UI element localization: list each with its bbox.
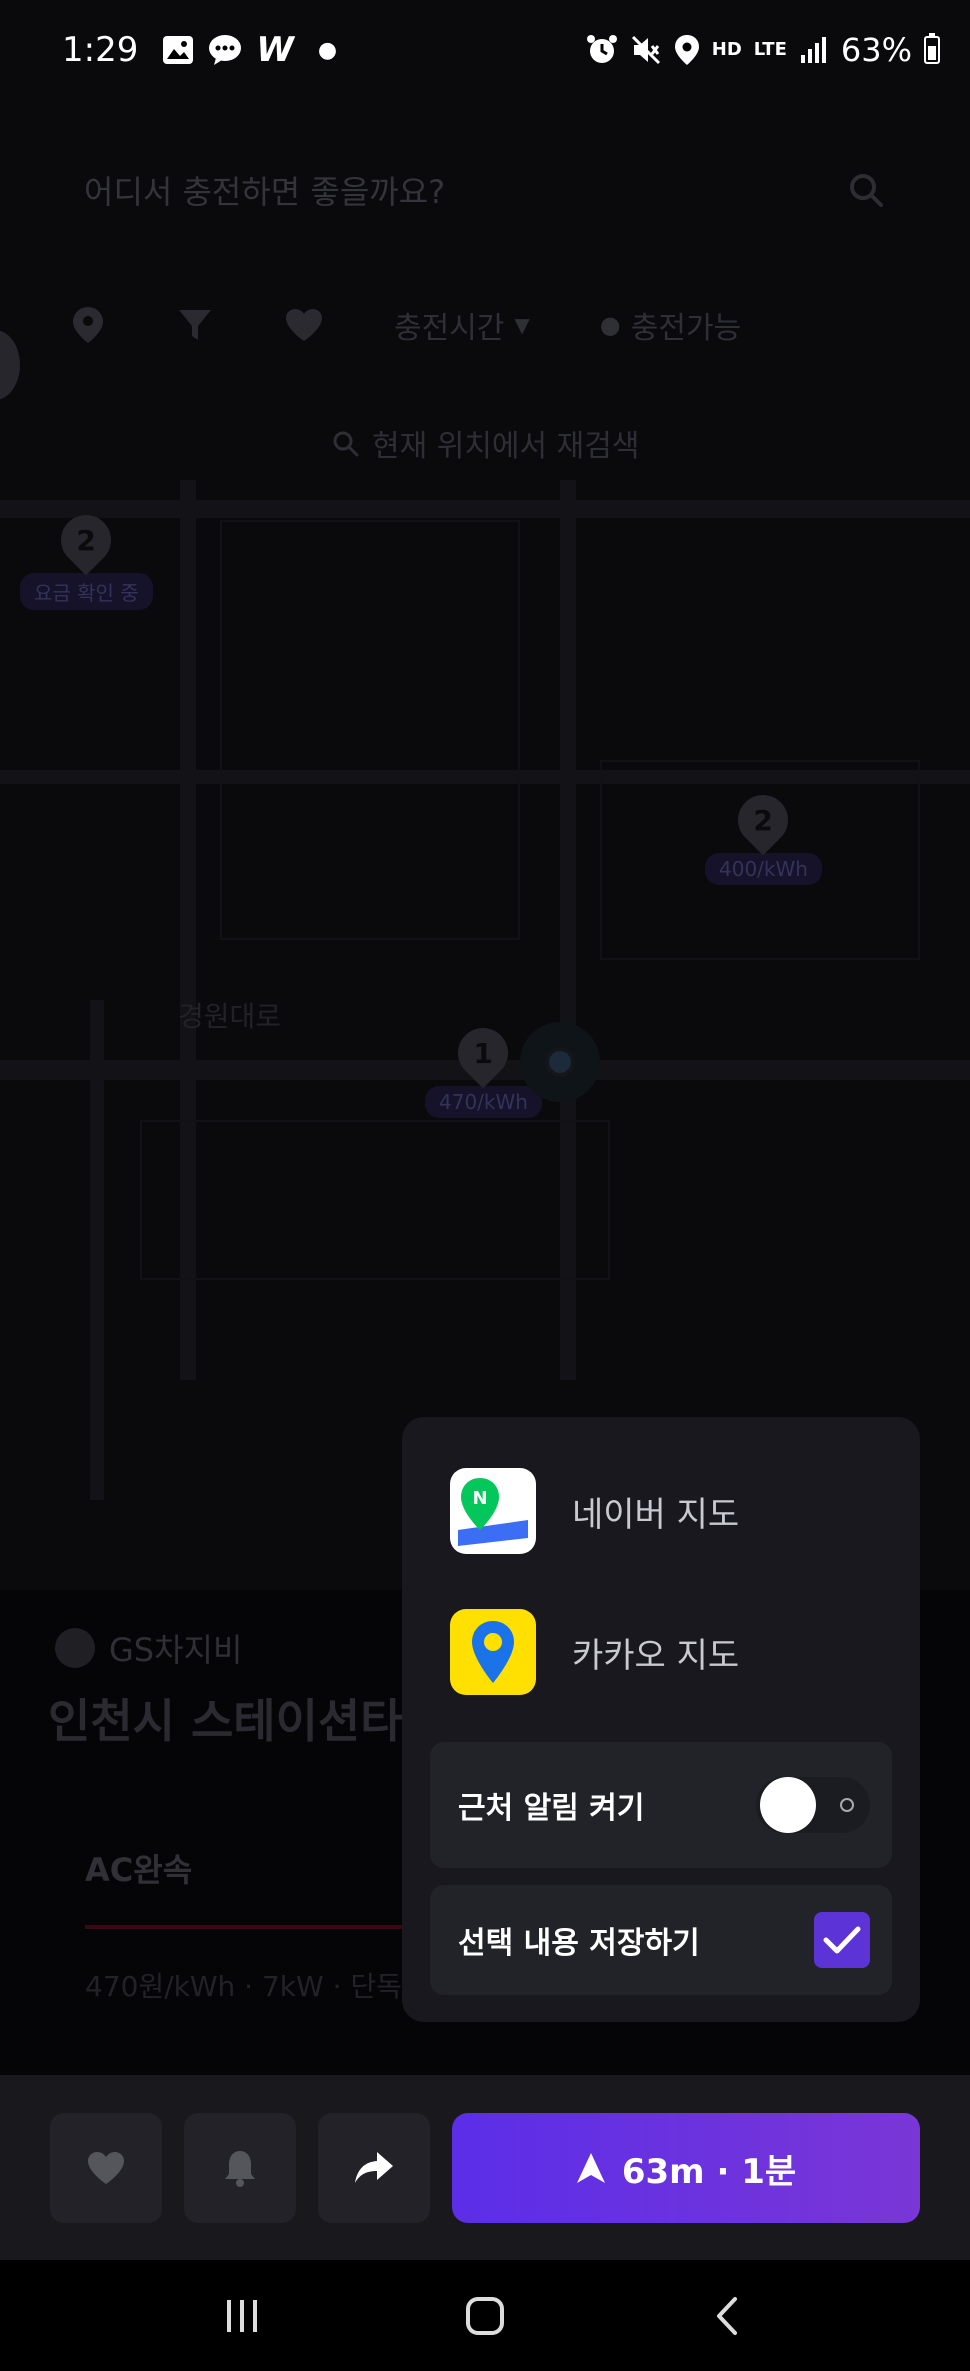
checkmark-icon [823,1926,861,1954]
pin-marker-icon: 2 [728,784,799,856]
my-location-dot [545,1047,575,1077]
toggle-off-icon [840,1798,854,1812]
save-selection-label: 선택 내용 저장하기 [458,1926,700,1961]
navigation-arrow-icon [576,2153,605,2183]
charger-type-tab[interactable]: AC완속 [85,1845,192,1891]
search-icon[interactable] [846,170,886,210]
save-selection-row[interactable]: 선택 내용 저장하기 [430,1885,892,1995]
navigation-eta-label: 63m · 1분 [621,2151,797,2192]
filter-funnel-icon[interactable] [176,306,214,344]
gallery-icon [163,36,194,64]
map-building [220,520,520,940]
station-brand-label: GS차지비 [109,1631,243,1669]
status-bar: 1:29 W ● HD LTE 63% [0,0,970,100]
search-bar[interactable]: 어디서 충전하면 좋을까요? [60,150,910,230]
pin-count: 1 [473,1036,494,1070]
favorite-button[interactable] [50,2113,162,2223]
map-pin[interactable]: 2 요금 확인 중 [20,504,153,610]
nearby-alert-toggle[interactable] [756,1777,870,1833]
map-pin[interactable]: 2 400/kWh [705,784,822,885]
naver-map-label: 네이버 지도 [572,1494,740,1535]
pin-price-label: 400/kWh [705,853,822,885]
search-icon [333,431,359,457]
pin-marker-icon: 2 [51,504,122,576]
lte-icon: LTE [753,39,787,60]
w-app-icon: W [256,30,294,70]
naver-map-icon: N [450,1468,536,1554]
location-filter-icon[interactable] [70,305,106,345]
station-info: 470원/kWh · 7kW · 단독 [85,1970,402,2003]
hd-voice-icon: HD [711,39,742,60]
back-icon[interactable] [708,2296,748,2336]
charge-time-filter[interactable]: 충전시간 ▼ [394,303,530,347]
battery-percent: 63% [840,31,912,69]
pin-count: 2 [753,803,774,837]
search-placeholder[interactable]: 어디서 충전하면 좋을까요? [84,167,445,213]
home-icon[interactable] [465,2296,505,2336]
map-building [140,1120,610,1280]
battery-icon [924,33,940,64]
toggle-knob [760,1777,816,1833]
favorite-filter-icon[interactable] [284,307,324,343]
navigation-app-popup: N 네이버 지도 카카오 지도 근처 알림 켜기 선택 내용 저장하기 [402,1417,920,2022]
map-pin-partial[interactable] [0,330,20,400]
bottom-action-bar: 63m · 1분 [0,2075,970,2260]
nearby-alert-label: 근처 알림 켜기 [458,1791,645,1826]
map-place-label: 경원대로 [178,1000,282,1033]
my-location-marker [520,1022,600,1102]
pin-price-label: 470/kWh [425,1086,542,1118]
naver-map-option[interactable]: N 네이버 지도 [450,1466,880,1556]
heart-icon [88,2152,124,2184]
chevron-down-icon: ▼ [514,313,530,337]
chat-icon [209,35,242,65]
notification-button[interactable] [184,2113,296,2223]
brand-logo-icon [55,1628,95,1668]
signal-icon [800,37,826,63]
station-name: 인천시 스테이션타 [48,1694,403,1748]
nearby-alert-row[interactable]: 근처 알림 켜기 [430,1742,892,1868]
kakao-map-icon [450,1609,536,1695]
pin-count: 2 [76,523,97,557]
bell-icon [225,2151,255,2187]
share-arrow-icon [355,2152,393,2183]
more-dot-icon: ● [317,37,338,63]
research-here-button[interactable]: 현재 위치에서 재검색 [330,418,639,468]
station-brand: GS차지비 [55,1625,242,1671]
alarm-icon [586,35,617,63]
svg-text:N: N [472,1488,487,1509]
mute-icon [631,35,660,65]
start-navigation-button[interactable]: 63m · 1분 [452,2113,920,2223]
location-icon [674,35,699,65]
status-right: HD LTE 63% [586,31,940,69]
status-left: 1:29 W ● [62,30,337,70]
pin-price-label: 요금 확인 중 [20,573,153,610]
filter-row: 충전시간 ▼ ● 충전가능 [70,295,930,355]
map-road [90,1000,104,1500]
system-navigation-bar [0,2260,970,2371]
charge-available-filter[interactable]: ● 충전가능 [600,303,741,347]
status-time: 1:29 [62,30,139,70]
charge-available-label: 충전가능 [630,311,742,346]
share-button[interactable] [318,2113,430,2223]
save-selection-checkbox[interactable] [814,1912,870,1968]
kakao-map-label: 카카오 지도 [572,1635,740,1676]
kakao-map-option[interactable]: 카카오 지도 [450,1607,880,1697]
plug-icon: ● [599,311,621,339]
charge-time-label: 충전시간 [394,311,505,346]
recent-apps-icon[interactable] [222,2296,262,2336]
pin-marker-icon: 1 [448,1017,519,1089]
research-label: 현재 위치에서 재검색 [372,429,640,464]
tab-underline [85,1925,415,1929]
